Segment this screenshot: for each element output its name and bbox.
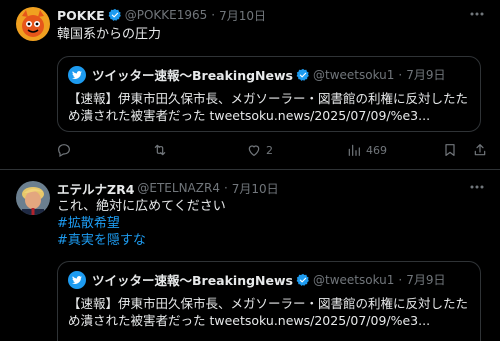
quote-header: ツイッター速報〜BreakingNews @tweetsoku1 · 7月9日 xyxy=(68,270,446,289)
avatar[interactable] xyxy=(16,7,50,41)
share-icon xyxy=(474,144,486,156)
tweet-header: POKKE @POKKE1965 · 7月10日 xyxy=(57,5,266,25)
tweet-text: これ、絶対に広めてください #拡散希望 #真実を隠すな xyxy=(57,198,226,249)
tweet[interactable]: エテルナZR4 @ETELNAZR4 · 7月10日 これ、絶対に広めてください… xyxy=(0,170,500,341)
quote-tweet[interactable]: ツイッター速報〜BreakingNews @tweetsoku1 · 7月9日 … xyxy=(57,261,481,341)
tweet-actions: 2 469 xyxy=(50,140,490,160)
more-icon[interactable] xyxy=(468,180,486,194)
bookmark-icon xyxy=(445,144,455,156)
verified-badge-icon xyxy=(108,8,121,21)
avatar[interactable] xyxy=(16,181,50,215)
quote-header: ツイッター速報〜BreakingNews @tweetsoku1 · 7月9日 xyxy=(68,65,446,84)
quote-text-line: 【速報】伊東市田久保市長、メガソーラー・図書館の利権に反対したた xyxy=(68,296,469,311)
more-icon[interactable] xyxy=(468,7,486,21)
timestamp[interactable]: 7月10日 xyxy=(219,7,266,24)
hashtag-link[interactable]: #真実を隠すな xyxy=(57,232,226,249)
verified-badge-icon xyxy=(296,273,309,286)
view-count: 469 xyxy=(366,143,387,157)
like-button[interactable]: 2 xyxy=(246,140,273,160)
tweet-text-line: 韓国系からの圧力 xyxy=(57,27,162,42)
views-button[interactable]: 469 xyxy=(346,140,387,160)
quote-username: @tweetsoku1 xyxy=(312,67,395,82)
separator: · xyxy=(211,8,216,22)
tweet-header: エテルナZR4 @ETELNAZR4 · 7月10日 xyxy=(57,178,279,198)
bookmark-button[interactable] xyxy=(442,140,458,160)
quote-text: 【速報】伊東市田久保市長、メガソーラー・図書館の利権に反対したた め潰された被害… xyxy=(68,295,474,329)
quote-username: @tweetsoku1 xyxy=(312,272,395,287)
quote-avatar xyxy=(68,65,86,84)
separator: · xyxy=(398,272,403,287)
like-count: 2 xyxy=(266,143,273,157)
quote-avatar xyxy=(68,270,86,289)
reply-icon xyxy=(58,144,70,158)
share-button[interactable] xyxy=(472,140,488,160)
display-name[interactable]: エテルナZR4 xyxy=(57,179,134,198)
quote-display-name: ツイッター速報〜BreakingNews xyxy=(92,273,293,288)
quote-tweet[interactable]: ツイッター速報〜BreakingNews @tweetsoku1 · 7月9日 … xyxy=(57,56,481,132)
bird-icon xyxy=(72,275,82,284)
hashtag-link[interactable]: #拡散希望 xyxy=(57,215,226,232)
quote-display-name: ツイッター速報〜BreakingNews xyxy=(92,68,293,83)
separator: · xyxy=(398,67,403,82)
quote-text-line: め潰された被害者だった tweetsoku.news/2025/07/09/%e… xyxy=(68,313,431,328)
bird-icon xyxy=(72,70,82,79)
quote-text-line: め潰された被害者だった tweetsoku.news/2025/07/09/%e… xyxy=(68,108,431,123)
quote-text: 【速報】伊東市田久保市長、メガソーラー・図書館の利権に反対したた め潰された被害… xyxy=(68,90,474,124)
reply-button[interactable] xyxy=(56,140,76,160)
views-icon xyxy=(348,144,360,156)
tweet-text-line: これ、絶対に広めてください xyxy=(57,199,226,214)
display-name[interactable]: POKKE xyxy=(57,8,105,23)
quote-timestamp: 7月9日 xyxy=(406,68,446,82)
username[interactable]: @ETELNAZR4 xyxy=(137,181,220,195)
timestamp[interactable]: 7月10日 xyxy=(232,180,279,197)
retweet-icon xyxy=(154,144,166,156)
verified-badge-icon xyxy=(296,68,309,81)
quote-timestamp: 7月9日 xyxy=(406,273,446,287)
tweet[interactable]: POKKE @POKKE1965 · 7月10日 韓国系からの圧力 ツイッター速… xyxy=(0,0,500,170)
separator: · xyxy=(223,181,228,195)
quote-text-line: 【速報】伊東市田久保市長、メガソーラー・図書館の利権に反対したた xyxy=(68,91,469,106)
retweet-button[interactable] xyxy=(152,140,172,160)
tweet-text: 韓国系からの圧力 xyxy=(57,26,161,43)
like-icon xyxy=(248,145,260,156)
username[interactable]: @POKKE1965 xyxy=(125,8,208,22)
